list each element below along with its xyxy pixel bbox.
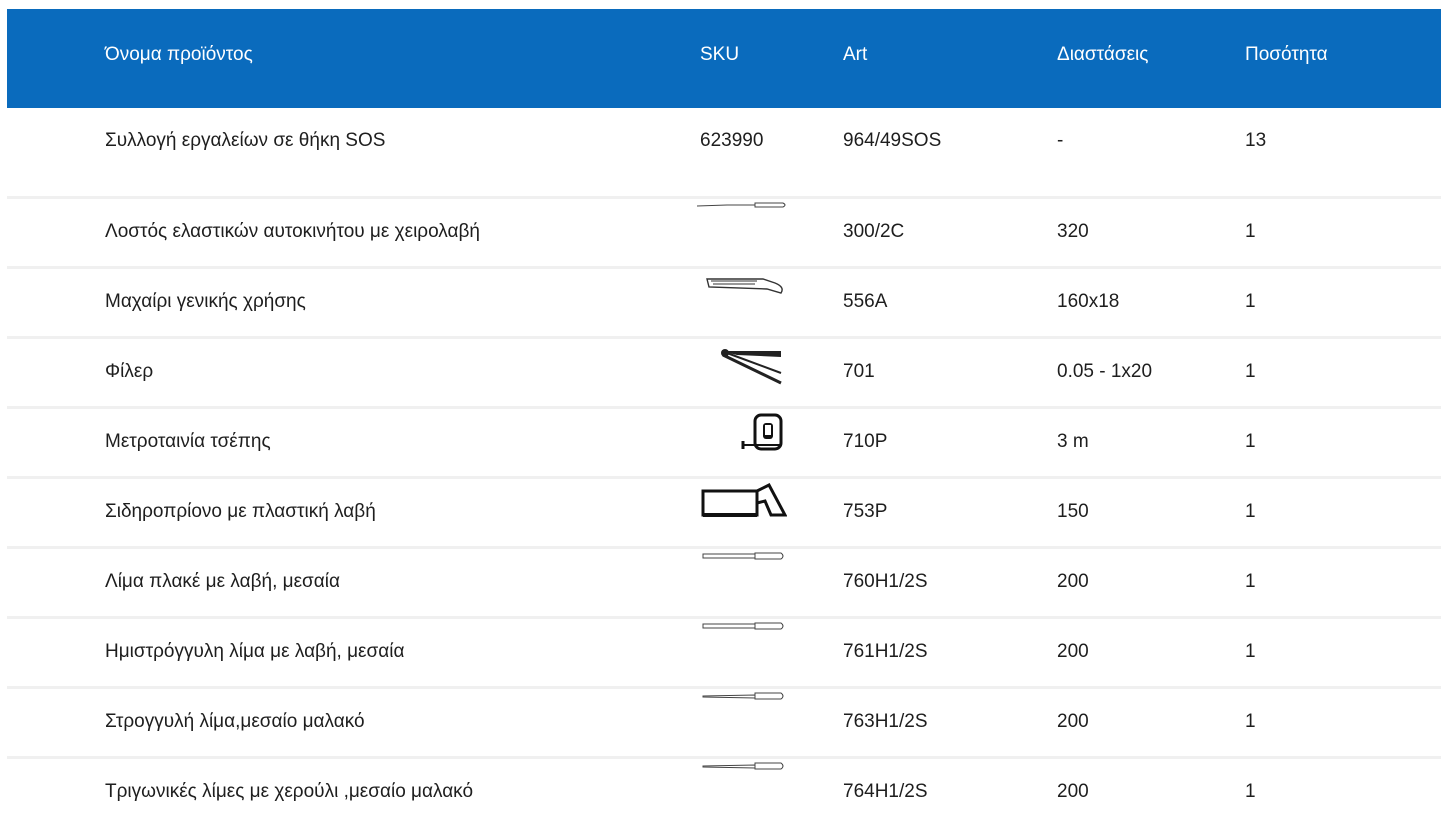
product-dimensions: 160x18	[1057, 291, 1120, 312]
product-name[interactable]: Φίλερ	[105, 361, 153, 383]
product-art: 760H1/2S	[843, 571, 928, 592]
tyre-lever-icon[interactable]	[697, 199, 787, 259]
product-art: 300/2C	[843, 221, 905, 242]
product-name[interactable]: Λίμα πλακέ με λαβή, μεσαία	[105, 571, 340, 593]
product-art: 761H1/2S	[843, 641, 928, 662]
hacksaw-icon[interactable]	[697, 479, 787, 539]
product-name[interactable]: Λοστός ελαστικών αυτοκινήτου με χειρολαβ…	[105, 221, 480, 243]
header-dimensions[interactable]: Διαστάσεις	[1057, 44, 1148, 66]
product-dimensions: 150	[1057, 501, 1089, 522]
table-row[interactable]: Τριγωνικές λίμες με χερούλι ,μεσαίο μαλα…	[7, 759, 1441, 826]
product-name[interactable]: Μαχαίρι γενικής χρήσης	[105, 291, 306, 313]
product-quantity: 1	[1245, 291, 1256, 312]
table-row[interactable]: Συλλογή εργαλείων σε θήκη SOS 623990 964…	[7, 108, 1441, 199]
product-quantity: 1	[1245, 431, 1256, 452]
header-quantity[interactable]: Ποσότητα	[1245, 44, 1328, 66]
product-art: 763H1/2S	[843, 711, 928, 732]
product-dimensions: 0.05 - 1x20	[1057, 361, 1153, 382]
product-name[interactable]: Ημιστρόγγυλη λίμα με λαβή, μεσαία	[105, 641, 404, 663]
product-quantity: 1	[1245, 361, 1256, 382]
product-name[interactable]: Συλλογή εργαλείων σε θήκη SOS	[105, 130, 385, 152]
table-row[interactable]: Σιδηροπρίονο με πλαστική λαβή 753P 150 1	[7, 479, 1441, 549]
product-quantity: 1	[1245, 221, 1256, 242]
product-art: 710P	[843, 431, 888, 452]
product-dimensions: 200	[1057, 641, 1089, 662]
product-dimensions: 3 m	[1057, 431, 1089, 452]
feeler-gauge-icon[interactable]	[697, 339, 787, 399]
flat-file-icon[interactable]	[697, 549, 787, 609]
triangular-file-icon[interactable]	[697, 759, 787, 819]
table-row[interactable]: Λίμα πλακέ με λαβή, μεσαία 760H1/2S 200 …	[7, 549, 1441, 619]
product-art: 753P	[843, 501, 888, 522]
product-quantity: 1	[1245, 641, 1256, 662]
half-round-file-icon[interactable]	[697, 619, 787, 679]
product-quantity: 1	[1245, 571, 1256, 592]
table-row[interactable]: Λοστός ελαστικών αυτοκινήτου με χειρολαβ…	[7, 199, 1441, 269]
table-row[interactable]: Στρογγυλή λίμα,μεσαίο μαλακό 763H1/2S 20…	[7, 689, 1441, 759]
round-file-icon[interactable]	[697, 689, 787, 749]
header-art[interactable]: Art	[843, 44, 867, 66]
product-name[interactable]: Σιδηροπρίονο με πλαστική λαβή	[105, 501, 376, 523]
product-name[interactable]: Μετροταινία τσέπης	[105, 431, 271, 453]
product-dimensions: 200	[1057, 711, 1089, 732]
product-dimensions: -	[1057, 130, 1064, 151]
header-name[interactable]: Όνομα προϊόντος	[105, 44, 253, 66]
table-row[interactable]: Ημιστρόγγυλη λίμα με λαβή, μεσαία 761H1/…	[7, 619, 1441, 689]
product-quantity: 1	[1245, 781, 1256, 802]
product-art: 964/49SOS	[843, 130, 942, 151]
product-name[interactable]: Στρογγυλή λίμα,μεσαίο μαλακό	[105, 711, 365, 733]
header-sku[interactable]: SKU	[700, 44, 739, 66]
products-table: Όνομα προϊόντος SKU Art Διαστάσεις Ποσότ…	[7, 9, 1441, 826]
product-dimensions: 200	[1057, 571, 1089, 592]
product-art: 556A	[843, 291, 888, 312]
tape-measure-icon[interactable]	[697, 409, 787, 469]
product-dimensions: 320	[1057, 221, 1089, 242]
product-sku: 623990	[700, 130, 764, 151]
table-row[interactable]: Μαχαίρι γενικής χρήσης 556A 160x18 1	[7, 269, 1441, 339]
table-row[interactable]: Μετροταινία τσέπης 710P 3 m 1	[7, 409, 1441, 479]
product-art: 701	[843, 361, 875, 382]
product-dimensions: 200	[1057, 781, 1089, 802]
table-row[interactable]: Φίλερ 701 0.05 - 1x20 1	[7, 339, 1441, 409]
table-header: Όνομα προϊόντος SKU Art Διαστάσεις Ποσότ…	[7, 9, 1441, 108]
product-quantity: 1	[1245, 711, 1256, 732]
utility-knife-icon[interactable]	[697, 269, 787, 329]
product-name[interactable]: Τριγωνικές λίμες με χερούλι ,μεσαίο μαλα…	[105, 781, 473, 803]
product-quantity: 13	[1245, 130, 1267, 151]
product-quantity: 1	[1245, 501, 1256, 522]
product-art: 764H1/2S	[843, 781, 928, 802]
